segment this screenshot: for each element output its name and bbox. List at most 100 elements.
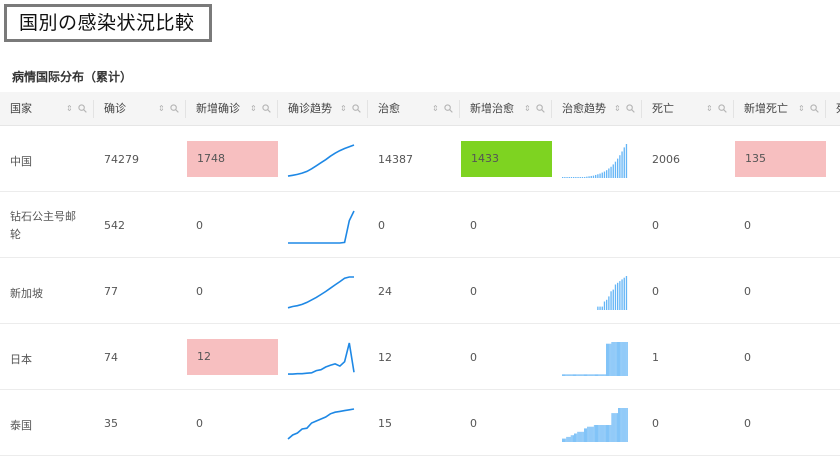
sort-icon[interactable]: ⇕ bbox=[250, 92, 257, 126]
trend-bars bbox=[562, 408, 628, 442]
trend-bar bbox=[596, 425, 597, 442]
trend-bar bbox=[587, 374, 589, 376]
trend-bar bbox=[567, 374, 569, 376]
search-icon[interactable] bbox=[170, 104, 179, 113]
column-header-extra[interactable]: 死 bbox=[826, 92, 840, 126]
table-row[interactable]: 泰国 35 0 15 0 0 0 bbox=[0, 390, 840, 456]
trend-bar bbox=[578, 431, 580, 442]
sort-icon[interactable]: ⇕ bbox=[614, 92, 621, 126]
cell-value: 0 bbox=[744, 219, 751, 232]
trend-bar bbox=[600, 425, 602, 442]
column-header-label: 确诊 bbox=[104, 102, 126, 115]
column-header-cured[interactable]: 治愈 ⇕ bbox=[368, 92, 460, 126]
trend-bar bbox=[620, 342, 622, 376]
trend-bar bbox=[592, 426, 594, 442]
column-header-label: 新增确诊 bbox=[196, 102, 240, 115]
column-header-label: 治愈趋势 bbox=[562, 102, 606, 115]
trend-bar bbox=[591, 426, 593, 442]
cell-deaths: 0 bbox=[642, 258, 734, 324]
section-title: 病情国际分布（累计） bbox=[12, 70, 133, 84]
trend-bar bbox=[564, 374, 565, 376]
column-header-country[interactable]: 国家 ⇕ bbox=[0, 92, 94, 126]
search-icon[interactable] bbox=[718, 104, 727, 113]
search-icon[interactable] bbox=[444, 104, 453, 113]
trend-bar bbox=[621, 279, 623, 310]
trend-bar bbox=[579, 374, 581, 376]
trend-bar bbox=[626, 408, 628, 442]
trend-bar bbox=[588, 176, 590, 178]
column-header-new-deaths[interactable]: 新增死亡 ⇕ bbox=[734, 92, 826, 126]
trend-bar bbox=[588, 426, 590, 442]
trend-bar bbox=[581, 374, 583, 376]
search-icon[interactable] bbox=[810, 104, 819, 113]
trend-bar bbox=[592, 374, 594, 376]
trend-bar bbox=[596, 374, 597, 376]
cell-confirmed: 77 bbox=[94, 258, 186, 324]
trend-bar bbox=[593, 425, 595, 442]
sort-icon[interactable]: ⇕ bbox=[798, 92, 805, 126]
trend-bar bbox=[573, 177, 575, 178]
sort-icon[interactable]: ⇕ bbox=[432, 92, 439, 126]
cell-cured-trend bbox=[552, 126, 642, 192]
sort-icon[interactable]: ⇕ bbox=[158, 92, 165, 126]
highlight-cell: 1748 bbox=[187, 141, 278, 177]
cell-country: 新加坡 bbox=[0, 258, 94, 324]
cell-value: 74 bbox=[104, 351, 118, 364]
trend-bar bbox=[606, 425, 607, 442]
table-row[interactable]: 钻石公主号邮轮 542 0 0 0 0 0 bbox=[0, 192, 840, 258]
trend-bar bbox=[580, 374, 582, 376]
column-header-confirmed-trend[interactable]: 确诊趋势 ⇕ bbox=[278, 92, 368, 126]
trend-bar bbox=[570, 177, 573, 178]
trend-bar bbox=[619, 155, 621, 178]
trend-bar bbox=[607, 343, 608, 376]
cell-cured-trend bbox=[552, 390, 642, 456]
trend-bar bbox=[581, 431, 583, 442]
trend-bar bbox=[597, 306, 599, 310]
cell-value: 0 bbox=[196, 285, 203, 298]
trend-bar bbox=[577, 374, 579, 376]
column-header-label: 死 bbox=[836, 92, 840, 126]
search-icon[interactable] bbox=[536, 104, 545, 113]
trend-bar bbox=[614, 342, 616, 376]
trend-line bbox=[288, 210, 355, 244]
sort-icon[interactable]: ⇕ bbox=[706, 92, 713, 126]
sort-icon[interactable]: ⇕ bbox=[524, 92, 531, 126]
column-header-new-cured[interactable]: 新增治愈 ⇕ bbox=[460, 92, 552, 126]
cell-cured: 15 bbox=[368, 390, 460, 456]
trend-bar bbox=[587, 426, 589, 442]
trend-bar bbox=[625, 144, 628, 178]
trend-bar bbox=[613, 413, 615, 442]
trend-bar bbox=[623, 147, 625, 178]
trend-bar bbox=[610, 425, 612, 442]
column-header-deaths[interactable]: 死亡 ⇕ bbox=[642, 92, 734, 126]
table-row[interactable]: 中国 74279 1748 14387 1433 2006 135 bbox=[0, 126, 840, 192]
table-row[interactable]: 新加坡 77 0 24 0 0 0 bbox=[0, 258, 840, 324]
cell-deaths: 2006 bbox=[642, 126, 734, 192]
cell-deaths: 0 bbox=[642, 390, 734, 456]
cell-new-deaths: 0 bbox=[734, 324, 826, 390]
search-icon[interactable] bbox=[352, 104, 361, 113]
column-header-label: 新增治愈 bbox=[470, 102, 514, 115]
search-icon[interactable] bbox=[262, 104, 271, 113]
highlight-cell: 12 bbox=[187, 339, 278, 375]
trend-bar bbox=[575, 433, 576, 442]
column-header-cured-trend[interactable]: 治愈趋势 ⇕ bbox=[552, 92, 642, 126]
search-icon[interactable] bbox=[78, 104, 87, 113]
column-header-confirmed[interactable]: 确诊 ⇕ bbox=[94, 92, 186, 126]
trend-bars bbox=[562, 342, 628, 376]
column-header-new-confirmed[interactable]: 新增确诊 ⇕ bbox=[186, 92, 278, 126]
trend-bar bbox=[622, 342, 624, 376]
search-icon[interactable] bbox=[626, 104, 635, 113]
trend-bar bbox=[614, 413, 616, 442]
cell-new-deaths: 0 bbox=[734, 390, 826, 456]
column-header-label: 国家 bbox=[10, 102, 32, 115]
trend-bar bbox=[609, 425, 611, 442]
sort-icon[interactable]: ⇕ bbox=[66, 92, 73, 126]
table-row[interactable]: 日本 74 12 12 0 1 0 bbox=[0, 324, 840, 390]
cell-cured: 24 bbox=[368, 258, 460, 324]
trend-bar bbox=[575, 177, 577, 178]
cell-new-cured: 1433 bbox=[460, 126, 552, 192]
trend-bars bbox=[560, 204, 630, 246]
cell-value: 12 bbox=[197, 350, 211, 363]
sort-icon[interactable]: ⇕ bbox=[340, 92, 347, 126]
